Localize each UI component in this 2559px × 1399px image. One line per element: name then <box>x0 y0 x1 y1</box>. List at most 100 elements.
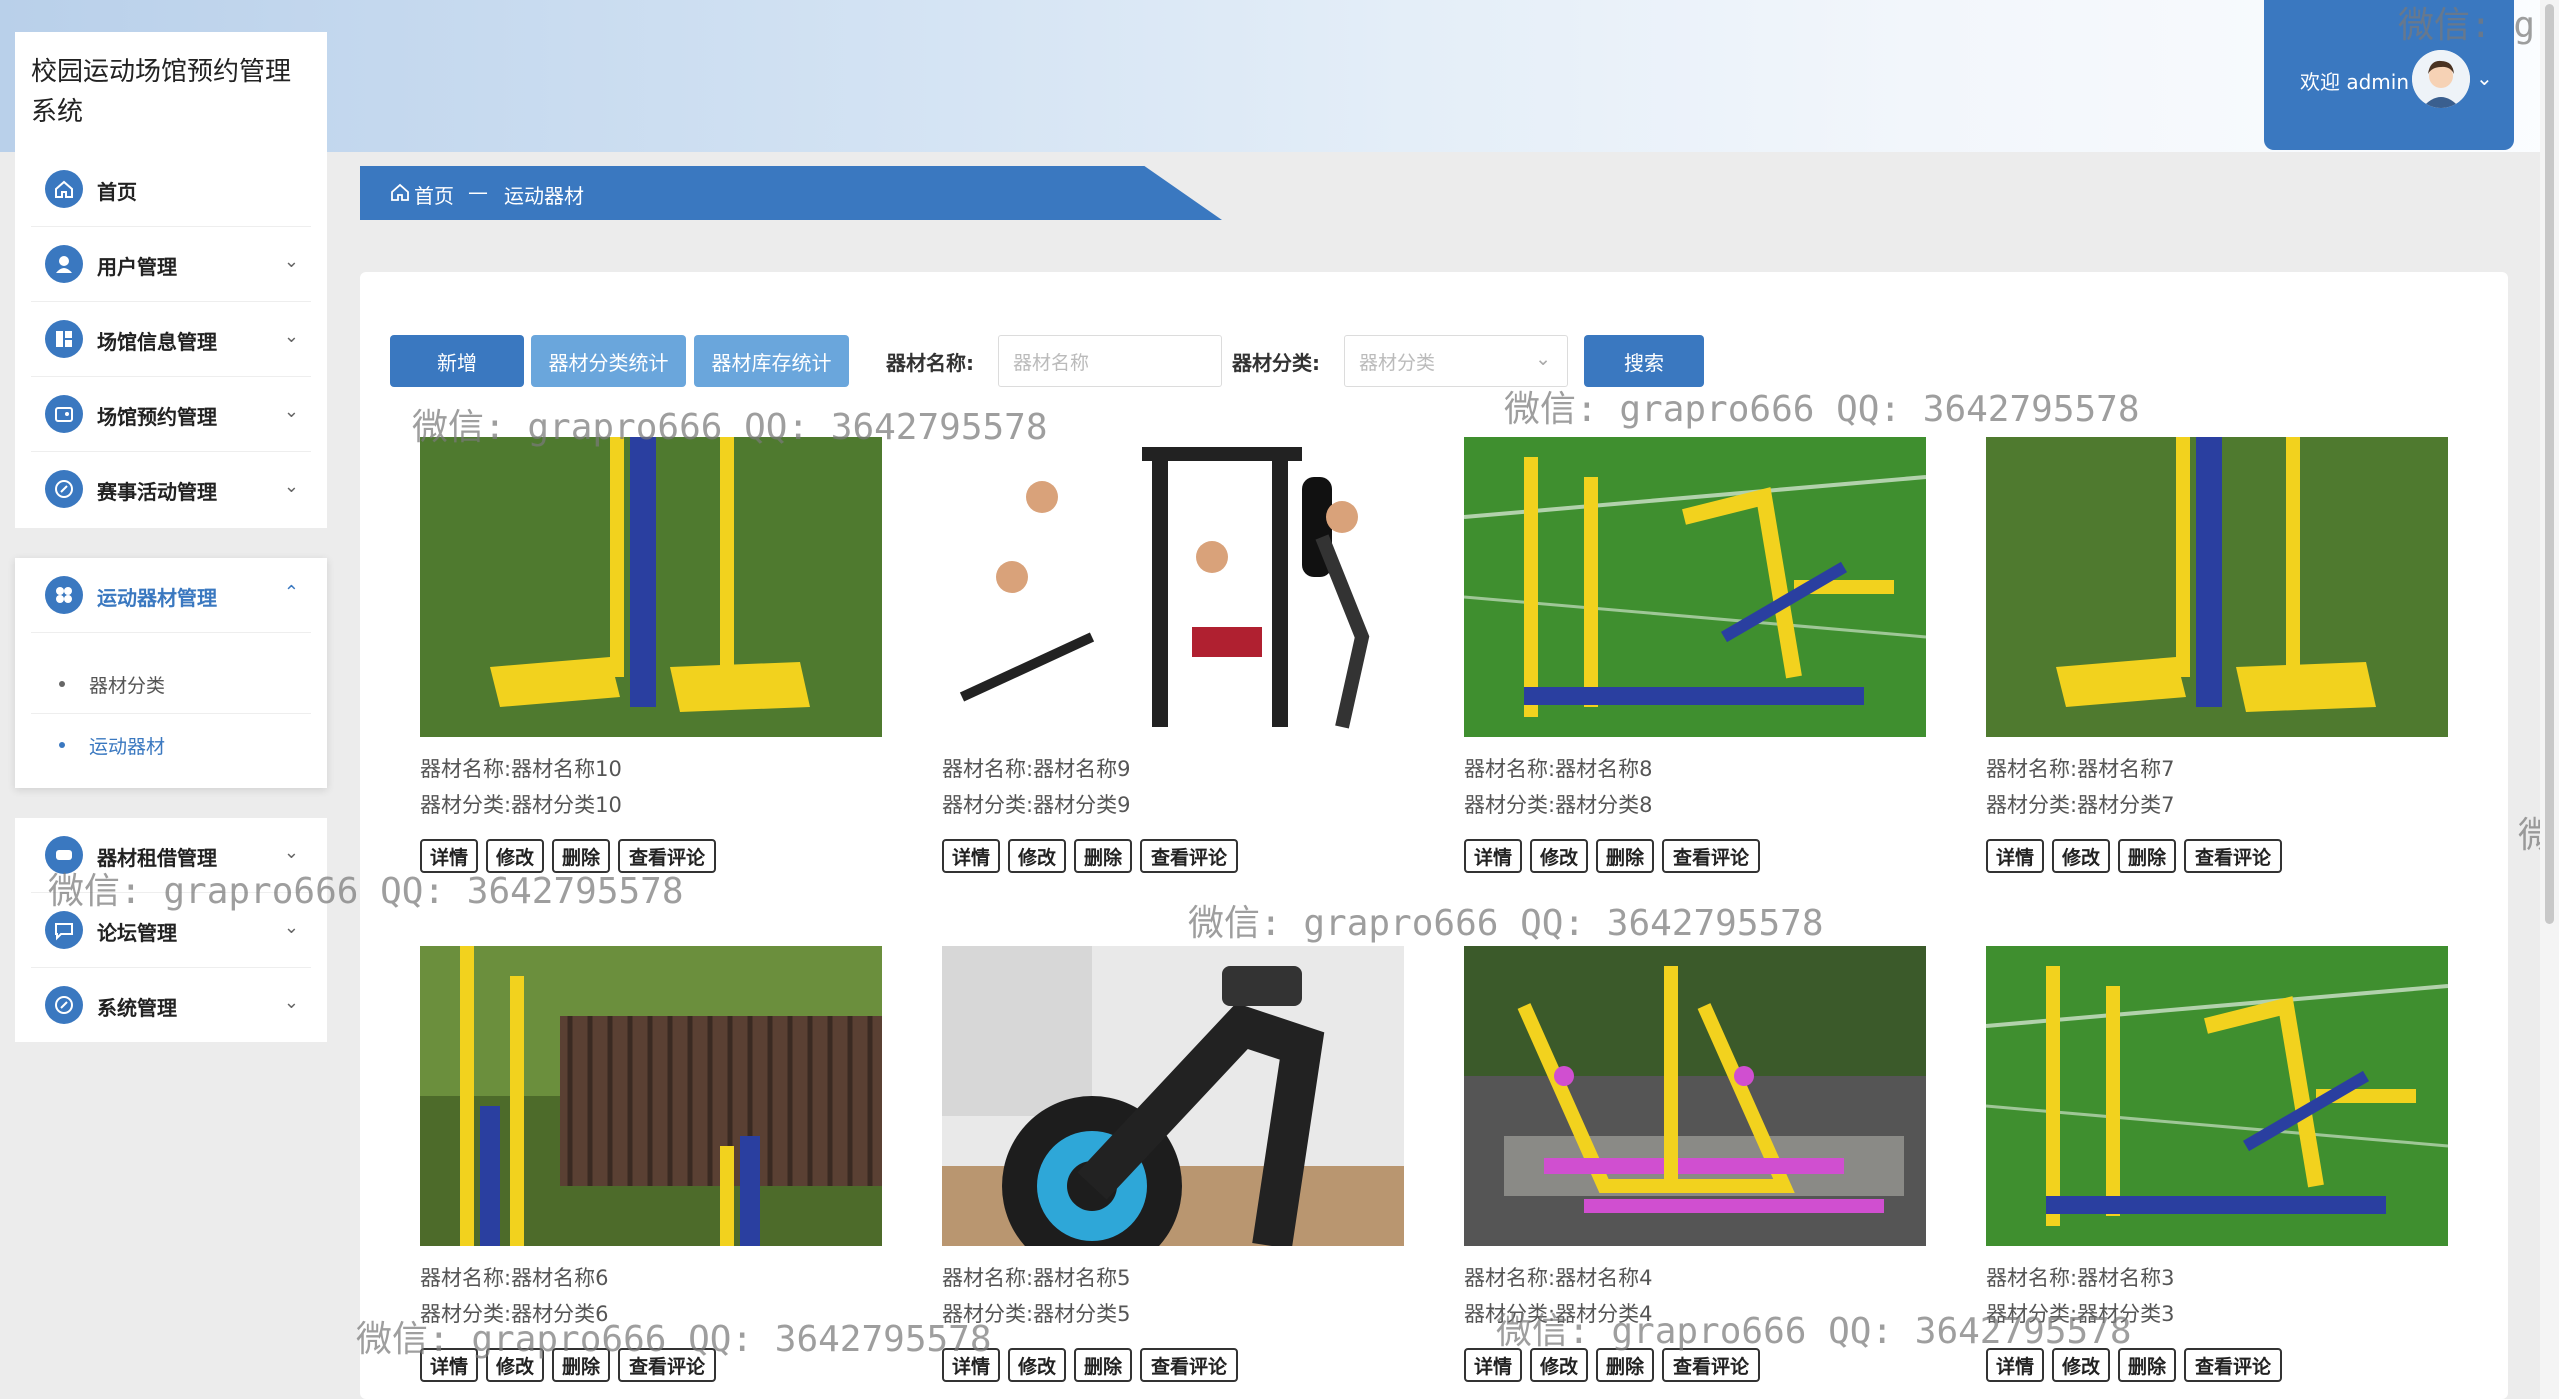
equipment-image[interactable] <box>1986 437 2448 737</box>
chevron-down-icon: ⌄ <box>283 992 299 1013</box>
delete-button[interactable]: 删除 <box>1074 1348 1132 1382</box>
edit-button[interactable]: 修改 <box>1530 839 1588 873</box>
view-comments-button[interactable]: 查看评论 <box>618 839 716 873</box>
sidebar-item-forum[interactable]: 论坛管理 ⌄ <box>31 893 311 968</box>
name-value: 器材名称6 <box>511 1266 609 1290</box>
home-icon[interactable] <box>390 182 410 207</box>
delete-button[interactable]: 删除 <box>1074 839 1132 873</box>
edit-button[interactable]: 修改 <box>2052 1348 2110 1382</box>
equipment-card[interactable]: 器材名称:器材名称3 器材分类:器材分类3 详情 修改 删除 查看评论 <box>1986 946 2448 1382</box>
equipment-image[interactable] <box>420 437 882 737</box>
detail-button[interactable]: 详情 <box>420 1348 478 1382</box>
delete-button[interactable]: 删除 <box>1596 839 1654 873</box>
equipment-image[interactable] <box>420 946 882 1246</box>
equipment-card[interactable]: 器材名称:器材名称9 器材分类:器材分类9 详情 修改 删除 查看评论 <box>942 437 1404 873</box>
edit-button[interactable]: 修改 <box>486 839 544 873</box>
detail-button[interactable]: 详情 <box>1986 839 2044 873</box>
breadcrumb-separator: — <box>468 180 488 204</box>
edit-button[interactable]: 修改 <box>1008 839 1066 873</box>
edit-button[interactable]: 修改 <box>486 1348 544 1382</box>
detail-button[interactable]: 详情 <box>1464 1348 1522 1382</box>
sidebar-item-users[interactable]: 用户管理 ⌄ <box>31 227 311 302</box>
category-label: 器材分类: <box>942 793 1034 817</box>
equipment-image[interactable] <box>942 437 1404 737</box>
sidebar-subitem-equipment[interactable]: 运动器材 <box>31 714 311 774</box>
category-value: 器材分类6 <box>511 1302 609 1326</box>
category-select[interactable]: 器材分类 ⌄ <box>1344 335 1568 387</box>
equipment-name: 器材名称:器材名称4 <box>1464 1262 1652 1292</box>
sidebar-item-home[interactable]: 首页 <box>31 152 311 227</box>
equipment-name: 器材名称:器材名称3 <box>1986 1262 2174 1292</box>
breadcrumb-current: 运动器材 <box>504 184 584 208</box>
sidebar-item-label: 系统管理 <box>97 996 177 1020</box>
bullet-icon <box>59 681 65 687</box>
bullet-icon <box>59 742 65 748</box>
sidebar-item-label: 器材租借管理 <box>97 846 217 870</box>
equipment-card[interactable]: 器材名称:器材名称4 器材分类:器材分类4 详情 修改 删除 查看评论 <box>1464 946 1926 1382</box>
equipment-image[interactable] <box>1464 437 1926 737</box>
category-value: 器材分类8 <box>1555 793 1653 817</box>
view-comments-button[interactable]: 查看评论 <box>1140 839 1238 873</box>
equipment-card[interactable]: 器材名称:器材名称7 器材分类:器材分类7 详情 修改 删除 查看评论 <box>1986 437 2448 873</box>
view-comments-button[interactable]: 查看评论 <box>1140 1348 1238 1382</box>
view-comments-button[interactable]: 查看评论 <box>618 1348 716 1382</box>
sidebar-item-events[interactable]: 赛事活动管理 ⌄ <box>31 452 311 527</box>
sidebar-item-booking[interactable]: 场馆预约管理 ⌄ <box>31 377 311 452</box>
sidebar-subitem-equipment-category[interactable]: 器材分类 <box>31 653 311 714</box>
category-stats-button[interactable]: 器材分类统计 <box>531 335 686 387</box>
equipment-image[interactable] <box>1464 946 1926 1246</box>
sidebar-item-system[interactable]: 系统管理 ⌄ <box>31 968 311 1043</box>
chevron-down-icon: ⌄ <box>283 476 299 497</box>
edit-button[interactable]: 修改 <box>1008 1348 1066 1382</box>
sidebar-item-venue[interactable]: 场馆信息管理 ⌄ <box>31 302 311 377</box>
sidebar-item-rental[interactable]: 器材租借管理 ⌄ <box>31 818 311 893</box>
delete-button[interactable]: 删除 <box>2118 839 2176 873</box>
name-label: 器材名称: <box>420 1266 512 1290</box>
detail-button[interactable]: 详情 <box>420 839 478 873</box>
chevron-down-icon[interactable]: ⌄ <box>2476 66 2493 90</box>
stock-stats-button[interactable]: 器材库存统计 <box>694 335 849 387</box>
equipment-card[interactable]: 器材名称:器材名称5 器材分类:器材分类5 详情 修改 删除 查看评论 <box>942 946 1404 1382</box>
breadcrumb-home[interactable]: 首页 <box>414 180 454 209</box>
delete-button[interactable]: 删除 <box>552 839 610 873</box>
name-value: 器材名称3 <box>2077 1266 2175 1290</box>
equipment-card[interactable]: 器材名称:器材名称8 器材分类:器材分类8 详情 修改 删除 查看评论 <box>1464 437 1926 873</box>
search-button[interactable]: 搜索 <box>1584 335 1704 387</box>
equipment-card[interactable]: 器材名称:器材名称6 器材分类:器材分类6 详情 修改 删除 查看评论 <box>420 946 882 1382</box>
equipment-image[interactable] <box>942 946 1404 1246</box>
scrollbar-thumb[interactable] <box>2545 4 2554 924</box>
view-comments-button[interactable]: 查看评论 <box>2184 839 2282 873</box>
user-menu[interactable]: 欢迎 admin ⌄ <box>2264 0 2514 150</box>
equipment-category: 器材分类:器材分类10 <box>420 789 622 819</box>
detail-button[interactable]: 详情 <box>1986 1348 2044 1382</box>
view-comments-button[interactable]: 查看评论 <box>1662 1348 1760 1382</box>
name-label: 器材名称: <box>1986 1266 2078 1290</box>
edit-button[interactable]: 修改 <box>2052 839 2110 873</box>
welcome-text: 欢迎 admin <box>2300 70 2410 94</box>
name-value: 器材名称10 <box>511 757 622 781</box>
edit-button[interactable]: 修改 <box>1530 1348 1588 1382</box>
view-comments-button[interactable]: 查看评论 <box>2184 1348 2282 1382</box>
sidebar-item-label: 论坛管理 <box>97 921 177 945</box>
equipment-icon <box>45 576 83 614</box>
name-search-input[interactable]: 器材名称 <box>998 335 1222 387</box>
view-comments-button[interactable]: 查看评论 <box>1662 839 1760 873</box>
page-scrollbar[interactable] <box>2540 0 2559 1399</box>
detail-button[interactable]: 详情 <box>1464 839 1522 873</box>
add-button[interactable]: 新增 <box>390 335 524 387</box>
sidebar-item-equipment[interactable]: 运动器材管理 ⌃ <box>31 558 311 633</box>
category-label: 器材分类: <box>942 1302 1034 1326</box>
name-value: 器材名称4 <box>1555 1266 1653 1290</box>
equipment-category: 器材分类:器材分类7 <box>1986 789 2174 819</box>
delete-button[interactable]: 删除 <box>1596 1348 1654 1382</box>
category-value: 器材分类4 <box>1555 1302 1653 1326</box>
detail-button[interactable]: 详情 <box>942 1348 1000 1382</box>
equipment-image[interactable] <box>1986 946 2448 1246</box>
avatar[interactable] <box>2412 50 2470 108</box>
sidebar-group-main: 首页 用户管理 ⌄ 场馆信息管理 ⌄ 场馆预约管理 ⌄ 赛事活动管理 ⌄ <box>15 152 327 528</box>
equipment-category: 器材分类:器材分类9 <box>942 789 1130 819</box>
delete-button[interactable]: 删除 <box>2118 1348 2176 1382</box>
delete-button[interactable]: 删除 <box>552 1348 610 1382</box>
detail-button[interactable]: 详情 <box>942 839 1000 873</box>
equipment-card[interactable]: 器材名称:器材名称10 器材分类:器材分类10 详情 修改 删除 查看评论 <box>420 437 882 873</box>
